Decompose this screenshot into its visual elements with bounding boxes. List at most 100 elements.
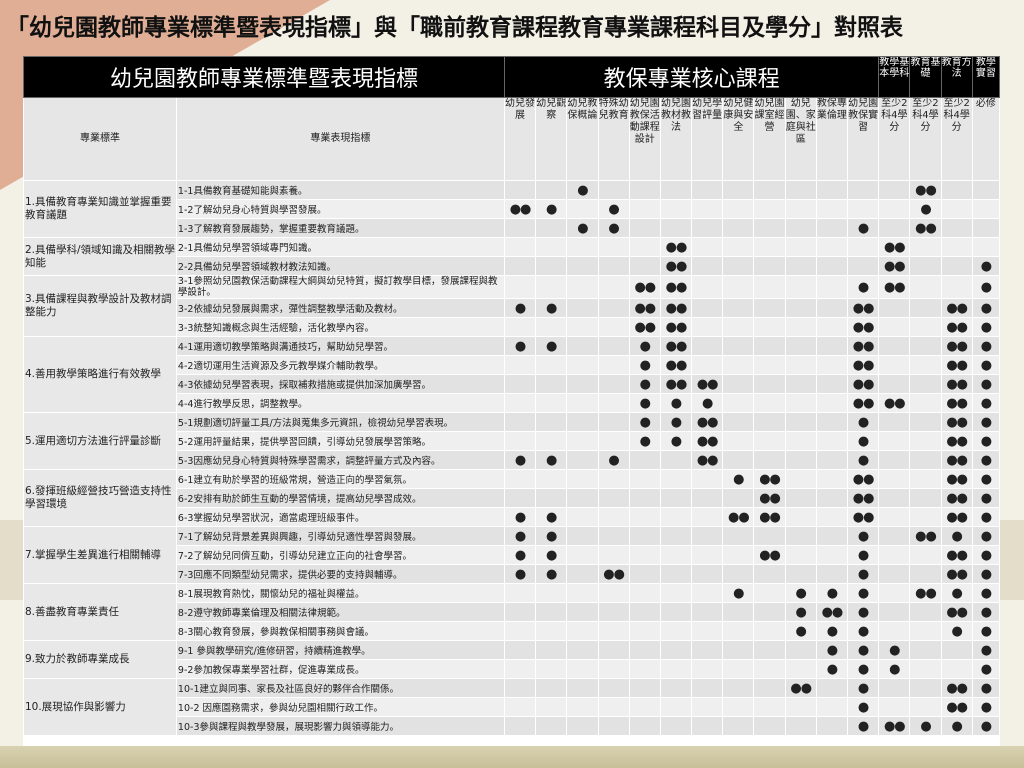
mark-cell: [503, 393, 537, 413]
mark-cell: [566, 412, 599, 432]
course-column-header: 幼兒發展: [503, 97, 537, 181]
mark-cell: ●●: [753, 545, 786, 565]
mark-cell: [628, 256, 661, 276]
mark-cell: [691, 583, 724, 603]
mark-cell: ●●: [940, 697, 973, 717]
mark-cell: [753, 218, 786, 238]
mark-cell: ●: [535, 507, 568, 527]
mark-cell: ●: [597, 218, 630, 238]
mark-cell: [784, 640, 817, 660]
mark-cell: ●●: [722, 507, 755, 527]
mark-cell: [878, 697, 911, 717]
indicator-cell: 7-2了解幼兒同儕互動，引導幼兒建立正向的社會學習。: [175, 545, 505, 565]
table-row: 9.致力於教師專業成長 9-1 參與教學研究/進修研習，持續精進教學。 ● ● ● ●: [23, 640, 1001, 679]
mark-cell: ●●: [878, 256, 911, 276]
mark-cell: ●: [846, 621, 880, 641]
mark-cell: [815, 488, 849, 508]
mark-cell: [878, 678, 911, 698]
mark-cell: ●: [940, 583, 973, 603]
mark-cell: ●: [846, 716, 880, 736]
mark-cell: ●: [566, 218, 599, 238]
mark-cell: [628, 583, 661, 603]
mark-cell: [503, 602, 537, 622]
mark-cell: ●●: [597, 564, 630, 584]
mark-cell: [753, 697, 786, 717]
course-column-header: 幼兒園課室經營: [753, 97, 786, 181]
mark-cell: [784, 659, 817, 679]
mark-cell: [815, 545, 849, 565]
mark-cell: ●●: [659, 374, 693, 394]
indicator-cell: 1-1具備教育基礎知能與素養。: [175, 180, 505, 200]
mark-cell: [566, 697, 599, 717]
mark-cell: [815, 317, 849, 337]
mark-cell: [535, 697, 568, 717]
mark-cell: [815, 298, 849, 318]
mark-cell: [784, 507, 817, 527]
mark-cell: [503, 583, 537, 603]
mark-cell: ●●: [846, 317, 880, 337]
mark-cell: [535, 218, 568, 238]
mark-cell: [566, 393, 599, 413]
mark-cell: [566, 469, 599, 489]
mark-cell: [784, 716, 817, 736]
mark-cell: [597, 488, 630, 508]
mark-cell: [878, 450, 911, 470]
mark-cell: [909, 697, 942, 717]
mark-cell: [566, 678, 599, 698]
indicator-cell: 6-1建立有助於學習的班級常規，營造正向的學習氣氛。: [175, 469, 505, 489]
mark-cell: ●: [722, 583, 755, 603]
mark-cell: [784, 697, 817, 717]
mark-cell: [691, 237, 724, 257]
mark-cell: [878, 469, 911, 489]
mark-cell: [566, 256, 599, 276]
mark-cell: ●: [940, 526, 973, 546]
mark-cell: ●: [503, 545, 537, 565]
mark-cell: [566, 583, 599, 603]
mark-cell: ●: [659, 412, 693, 432]
mark-cell: [566, 564, 599, 584]
mark-cell: [722, 488, 755, 508]
mark-cell: [722, 659, 755, 679]
mark-cell: [659, 621, 693, 641]
mark-cell: [815, 412, 849, 432]
mark-cell: [535, 237, 568, 257]
mark-cell: [909, 621, 942, 641]
mark-cell: [722, 199, 755, 219]
mark-cell: [940, 640, 973, 660]
mark-cell: ●●: [878, 275, 911, 299]
indicator-cell: 3-2依據幼兒發展與需求，彈性調整教學活動及教材。: [175, 298, 505, 318]
mark-cell: ●●: [909, 526, 942, 546]
mark-cell: [691, 564, 724, 584]
mark-cell: ●: [815, 640, 849, 660]
mark-cell: ●●: [940, 678, 973, 698]
mark-cell: [597, 507, 630, 527]
mark-cell: [628, 469, 661, 489]
mark-cell: [722, 450, 755, 470]
mark-cell: [691, 507, 724, 527]
mark-cell: ●: [815, 583, 849, 603]
indicator-cell: 8-3關心教育發展，參與教保相關事務與會議。: [175, 621, 505, 641]
mark-cell: ●●: [878, 393, 911, 413]
mark-cell: [566, 526, 599, 546]
mark-cell: [597, 621, 630, 641]
mark-cell: [503, 697, 537, 717]
mark-cell: ●: [940, 716, 973, 736]
mark-cell: [535, 275, 568, 299]
mark-cell: [628, 640, 661, 660]
mark-cell: ●●: [659, 237, 693, 257]
mark-cell: ●●: [940, 355, 973, 375]
mark-cell: ●: [971, 716, 1001, 736]
table-row: 6.發揮班級經營技巧營造支持性學習環境 6-1建立有助於學習的班級常規，營造正向的…: [23, 469, 1001, 527]
mark-cell: [691, 716, 724, 736]
mark-cell: ●●: [940, 602, 973, 622]
indicator-cell: 3-3統整知識概念與生活經驗，活化教學內容。: [175, 317, 505, 337]
mark-cell: [566, 374, 599, 394]
mark-cell: ●●: [846, 336, 880, 356]
mark-cell: [940, 237, 973, 257]
mark-cell: ●●: [659, 256, 693, 276]
course-column-header: 幼兒園教材教法: [659, 97, 693, 181]
mark-cell: ●●: [940, 431, 973, 451]
mark-cell: [722, 317, 755, 337]
mark-cell: ●: [971, 393, 1001, 413]
mark-cell: [753, 431, 786, 451]
